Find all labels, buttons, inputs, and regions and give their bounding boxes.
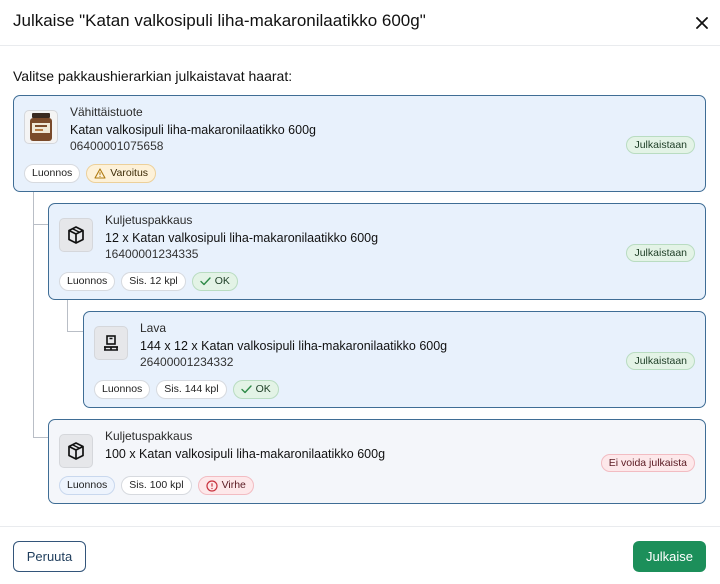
close-icon (696, 17, 708, 29)
item-name: Katan valkosipuli liha-makaronilaatikko … (70, 123, 316, 137)
publish-status-badge: Julkaistaan (626, 352, 695, 370)
tree-connector (33, 192, 34, 438)
validation-label: OK (255, 383, 271, 395)
publish-status-badge: Julkaistaan (626, 136, 695, 154)
publish-status-badge: Julkaistaan (626, 244, 695, 262)
contains-chip: Sis. 144 kpl (156, 380, 227, 399)
check-icon (240, 385, 252, 394)
cancel-button[interactable]: Peruuta (13, 541, 86, 572)
tree-connector (67, 300, 68, 332)
item-type: Kuljetuspakkaus (105, 213, 193, 227)
contains-chip: Sis. 100 kpl (121, 476, 192, 495)
publish-status-badge: Ei voida julkaista (600, 454, 695, 472)
contains-chip: Sis. 12 kpl (121, 272, 186, 291)
tree-connector (33, 437, 48, 438)
validation-chip: OK (191, 272, 238, 291)
item-type: Lava (140, 321, 167, 335)
item-name: 100 x Katan valkosipuli liha-makaronilaa… (105, 447, 386, 461)
close-button[interactable] (692, 13, 712, 33)
pallet-thumb (94, 326, 128, 360)
draft-chip: Luonnos (94, 380, 151, 399)
item-name: 12 x Katan valkosipuli liha-makaronilaat… (105, 231, 379, 245)
hierarchy-card-pallet[interactable]: Lava 144 x 12 x Katan valkosipuli liha-m… (83, 311, 706, 408)
instruction-text: Valitse pakkaushierarkian julkaistavat h… (13, 68, 293, 84)
validation-label: Virhe (221, 479, 246, 491)
validation-chip: Varoitus (86, 164, 157, 183)
validation-chip: Virhe (197, 476, 254, 495)
box-icon (68, 226, 84, 244)
check-icon (200, 277, 211, 286)
error-icon (205, 479, 218, 492)
pallet-icon (104, 335, 118, 351)
draft-chip: Luonnos (59, 476, 116, 495)
dialog-header: Julkaise "Katan valkosipuli liha-makaron… (0, 0, 720, 46)
draft-chip: Luonnos (59, 272, 116, 291)
validation-label: Varoitus (110, 167, 149, 179)
tree-connector (33, 224, 48, 225)
item-gtin: 16400001234335 (105, 247, 199, 261)
hierarchy-card-transport-100[interactable]: Kuljetuspakkaus 100 x Katan valkosipuli … (48, 419, 706, 504)
hierarchy-card-transport-12[interactable]: Kuljetuspakkaus 12 x Katan valkosipuli l… (48, 203, 706, 300)
validation-label: OK (214, 275, 230, 287)
item-type: Vähittäistuote (70, 105, 143, 119)
dialog-title: Julkaise "Katan valkosipuli liha-makaron… (13, 11, 426, 30)
box-thumb (59, 218, 93, 252)
item-type: Kuljetuspakkaus (105, 429, 193, 443)
validation-chip: OK (232, 380, 279, 399)
item-name: 144 x 12 x Katan valkosipuli liha-makaro… (140, 339, 448, 353)
item-gtin: 06400001075658 (70, 139, 164, 153)
box-icon (68, 442, 84, 460)
hierarchy-card-retail[interactable]: Vähittäistuote Katan valkosipuli liha-ma… (13, 95, 706, 192)
publish-button[interactable]: Julkaise (633, 541, 706, 572)
product-image (24, 110, 58, 144)
item-gtin: 26400001234332 (140, 355, 234, 369)
tree-connector (67, 331, 83, 332)
warning-icon (94, 168, 106, 179)
box-thumb (59, 434, 93, 468)
dialog-footer (0, 526, 720, 584)
draft-chip: Luonnos (24, 164, 81, 183)
